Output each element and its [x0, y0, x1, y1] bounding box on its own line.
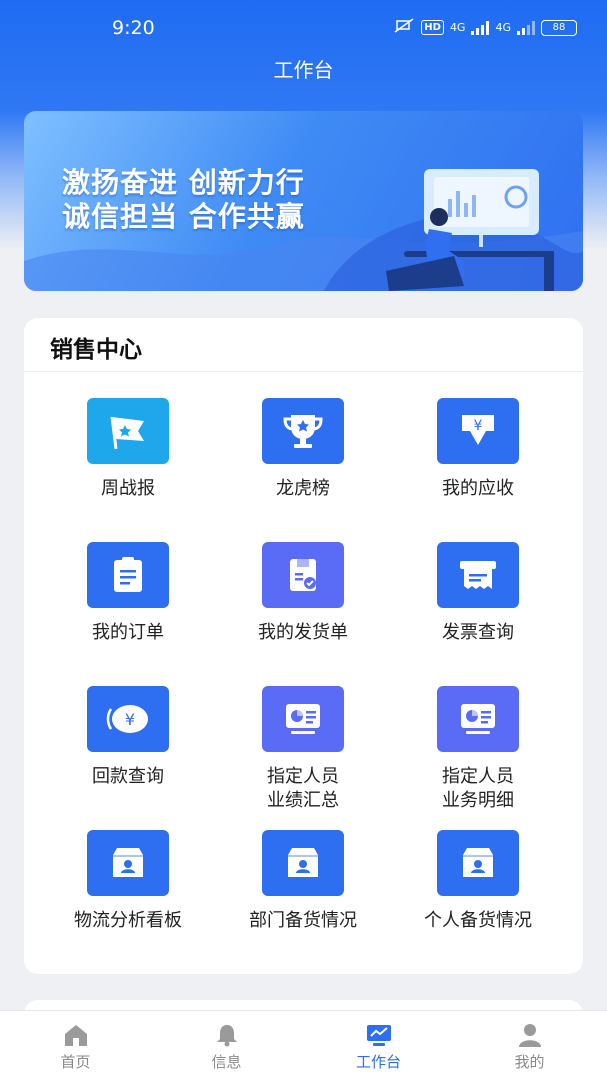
grid-item-label: 指定人员 业绩汇总	[267, 766, 339, 811]
grid-item-label: 发票查询	[442, 622, 514, 643]
tab-home[interactable]: 首页	[0, 1011, 151, 1080]
dashboard-screen-icon	[262, 686, 344, 752]
battery-icon: 88	[541, 19, 577, 36]
grid-item-payment-query[interactable]: ¥ 回款查询	[38, 686, 218, 826]
tab-workbench[interactable]: 工作台	[303, 1011, 454, 1080]
grid-item-invoice-query[interactable]: 发票查询	[388, 542, 568, 682]
grid-item-label: 指定人员 业务明细	[442, 766, 514, 811]
grid-item-label: 我的发货单	[258, 622, 348, 643]
invoice-icon	[437, 542, 519, 608]
section-title: 销售中心	[50, 337, 142, 363]
grid-item-logistics-dashboard[interactable]: 物流分析看板	[38, 830, 218, 970]
trophy-icon	[262, 398, 344, 464]
tab-profile[interactable]: 我的	[454, 1011, 605, 1080]
status-icons: HD 4G 4G 88	[393, 18, 577, 37]
grid-item-label: 个人备货情况	[424, 910, 532, 931]
page-title: 工作台	[273, 58, 334, 82]
grid-item-label: 物流分析看板	[74, 910, 182, 931]
person-box-icon	[437, 830, 519, 896]
grid-item-label: 龙虎榜	[276, 478, 330, 499]
signal-icon-1	[471, 20, 490, 35]
grid-item-weekly-report[interactable]: 周战报	[38, 398, 218, 538]
mute-icon	[393, 18, 415, 37]
divider	[24, 371, 583, 372]
tab-label: 我的	[514, 1053, 545, 1071]
banner[interactable]: 激扬奋进 创新力行 诚信担当 合作共赢	[24, 111, 583, 291]
grid-item-label: 回款查询	[92, 766, 164, 787]
net-label-1: 4G	[449, 21, 466, 34]
status-bar: 9:20 HD 4G 4G 88	[0, 0, 607, 52]
grid-item-department-stock[interactable]: 部门备货情况	[213, 830, 393, 970]
svg-text:¥: ¥	[474, 418, 483, 434]
user-icon	[454, 1021, 605, 1049]
banner-slogan-2: 诚信担当 合作共赢	[62, 200, 305, 233]
shipping-box-icon	[262, 542, 344, 608]
hd-badge: HD	[421, 20, 444, 35]
person-box-icon	[262, 830, 344, 896]
tab-label: 工作台	[355, 1053, 401, 1071]
grid-item-label: 部门备货情况	[249, 910, 357, 931]
grid-item-staff-performance-summary[interactable]: 指定人员 业绩汇总	[213, 686, 393, 826]
yen-coin-icon: ¥	[87, 686, 169, 752]
grid-item-leaderboard[interactable]: 龙虎榜	[213, 398, 393, 538]
grid-item-my-orders[interactable]: 我的订单	[38, 542, 218, 682]
dashboard-screen-icon	[437, 686, 519, 752]
clipboard-icon	[87, 542, 169, 608]
receivable-icon: ¥	[437, 398, 519, 464]
person-box-icon	[87, 830, 169, 896]
grid-item-label: 我的订单	[92, 622, 164, 643]
bottom-tab-bar: 首页 信息 工作台 我的	[0, 1010, 607, 1080]
monitor-chart-icon	[303, 1021, 454, 1049]
bell-icon	[151, 1021, 302, 1049]
tab-label: 信息	[211, 1053, 242, 1071]
net-label-2: 4G	[495, 21, 511, 34]
flag-icon	[87, 398, 169, 464]
sales-center-card: 销售中心 周战报 龙虎榜 ¥ 我的应收 我的订单 我的发货单 发票查询 ¥ 回款…	[24, 318, 583, 974]
grid-item-my-shipments[interactable]: 我的发货单	[213, 542, 393, 682]
signal-icon-2	[517, 20, 535, 35]
grid-item-staff-business-details[interactable]: 指定人员 业务明细	[388, 686, 568, 826]
grid-item-personal-stock[interactable]: 个人备货情况	[388, 830, 568, 970]
grid-item-label: 我的应收	[442, 478, 514, 499]
home-icon	[0, 1021, 151, 1049]
svg-text:¥: ¥	[125, 710, 135, 729]
tab-label: 首页	[60, 1053, 91, 1071]
tab-messages[interactable]: 信息	[151, 1011, 302, 1080]
grid-item-receivable[interactable]: ¥ 我的应收	[388, 398, 568, 538]
status-time: 9:20	[112, 17, 155, 39]
grid-item-label: 周战报	[101, 478, 155, 499]
